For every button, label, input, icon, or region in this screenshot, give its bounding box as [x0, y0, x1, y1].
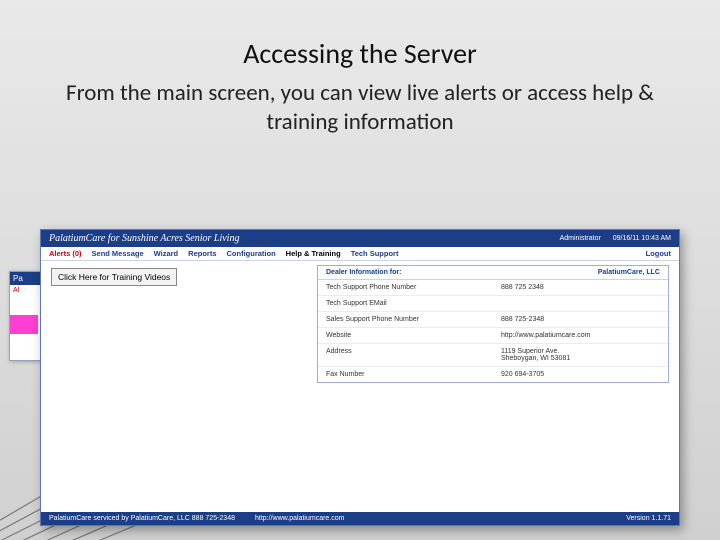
dealer-header-name: PalatiumCare, LLC: [598, 269, 660, 276]
menu-reports[interactable]: Reports: [188, 249, 216, 258]
datetime: 09/16/11 10:43 AM: [613, 235, 671, 242]
footer-version: Version 1.1.71: [626, 515, 671, 522]
dealer-row: Fax Number 920 694-3705: [318, 367, 668, 382]
dealer-row: Address 1119 Superior Ave. Sheboygan, WI…: [318, 344, 668, 367]
menu-alerts[interactable]: Alerts (0): [49, 249, 82, 258]
dealer-row-key: Fax Number: [326, 371, 501, 378]
menubar: Alerts (0) Send Message Wizard Reports C…: [41, 247, 679, 261]
bg-alert-highlight: [10, 314, 38, 334]
menu-logout[interactable]: Logout: [646, 249, 671, 258]
menu-send-message[interactable]: Send Message: [92, 249, 144, 258]
dealer-row-key: Address: [326, 348, 501, 362]
dealer-row-val: 888 725-2348: [501, 316, 660, 323]
menu-wizard[interactable]: Wizard: [154, 249, 179, 258]
dealer-row-val: 888 725 2348: [501, 284, 660, 291]
dealer-row: Tech Support EMail: [318, 296, 668, 312]
dealer-row-val: [501, 300, 660, 307]
dealer-info-panel: Dealer Information for: PalatiumCare, LL…: [317, 265, 669, 383]
training-videos-button[interactable]: Click Here for Training Videos: [51, 268, 177, 286]
dealer-header-label: Dealer Information for:: [326, 269, 598, 276]
app-footer: PalatiumCare serviced by PalatiumCare, L…: [41, 512, 679, 525]
menu-configuration[interactable]: Configuration: [227, 249, 276, 258]
content-area: Click Here for Training Videos Dealer In…: [41, 261, 679, 509]
slide-subtitle: From the main screen, you can view live …: [40, 79, 680, 137]
background-window: Pa Al: [9, 271, 41, 361]
app-title: PalatiumCare for Sunshine Acres Senior L…: [49, 233, 239, 244]
dealer-row: Tech Support Phone Number 888 725 2348: [318, 280, 668, 296]
user-role: Administrator: [560, 235, 601, 242]
menu-help-training[interactable]: Help & Training: [286, 249, 341, 258]
app-window: PalatiumCare for Sunshine Acres Senior L…: [40, 229, 680, 526]
slide-title: Accessing the Server: [0, 36, 720, 71]
bg-titlebar: Pa: [10, 272, 40, 285]
footer-url: http://www.palatiumcare.com: [255, 515, 344, 522]
dealer-row: Sales Support Phone Number 888 725-2348: [318, 312, 668, 328]
dealer-panel-header: Dealer Information for: PalatiumCare, LL…: [318, 266, 668, 280]
dealer-row-key: Tech Support Phone Number: [326, 284, 501, 291]
dealer-row-key: Sales Support Phone Number: [326, 316, 501, 323]
dealer-row: Website http://www.palatiumcare.com: [318, 328, 668, 344]
dealer-row-val: http://www.palatiumcare.com: [501, 332, 660, 339]
dealer-row-key: Tech Support EMail: [326, 300, 501, 307]
dealer-row-val: 920 694-3705: [501, 371, 660, 378]
bg-alerts-text: Al: [10, 285, 40, 296]
dealer-row-key: Website: [326, 332, 501, 339]
menu-tech-support[interactable]: Tech Support: [351, 249, 399, 258]
dealer-row-val: 1119 Superior Ave. Sheboygan, WI 53081: [501, 348, 660, 362]
app-titlebar: PalatiumCare for Sunshine Acres Senior L…: [41, 230, 679, 247]
footer-service-text: PalatiumCare serviced by PalatiumCare, L…: [49, 515, 235, 522]
